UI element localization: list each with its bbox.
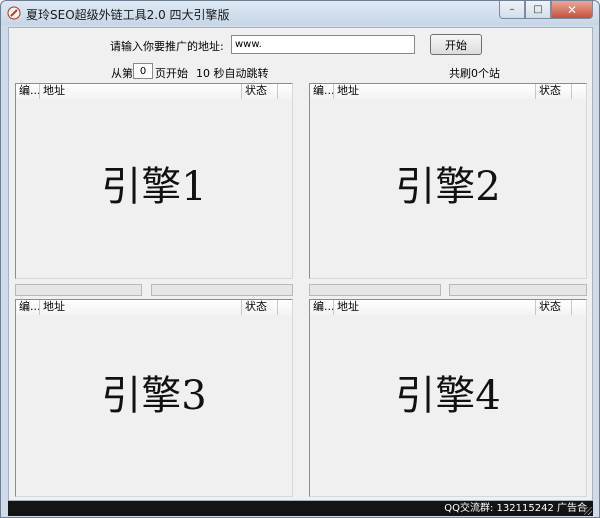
engine2-progress-right [449, 284, 587, 296]
minimize-button[interactable]: – [499, 1, 525, 19]
engine2-progress-left [309, 284, 441, 296]
engine1-progress-right [151, 284, 293, 296]
app-window: 夏玲SEO超级外链工具2.0 四大引擎版 – □ ✕ 请输入你要推广的地址: 开… [0, 0, 600, 518]
column-filler [278, 84, 292, 99]
column-num[interactable]: 编... [16, 300, 40, 315]
column-status[interactable]: 状态 [536, 300, 572, 315]
column-filler [278, 300, 292, 315]
list-header: 编... 地址 状态 [16, 300, 292, 315]
engine1-progress-left [15, 284, 142, 296]
client-area: 请输入你要推广的地址: 开始 从第 页开始 10 秒自动跳转 共刷0个站 编..… [8, 27, 593, 501]
column-filler [572, 84, 586, 99]
start-button[interactable]: 开始 [430, 34, 482, 55]
close-button[interactable]: ✕ [551, 1, 593, 19]
engine3-label: 引擎3 [101, 373, 207, 419]
auto-jump-label: 10 秒自动跳转 [196, 67, 269, 80]
window-controls: – □ ✕ [499, 1, 593, 19]
engine3-list[interactable]: 编... 地址 状态 引擎3 [15, 299, 293, 497]
page-start-label: 页开始 [155, 67, 188, 80]
column-num[interactable]: 编... [16, 84, 40, 99]
status-bar: QQ交流群: 132115242 广告合 [8, 501, 593, 516]
resize-grip-icon[interactable] [584, 507, 592, 515]
window-title: 夏玲SEO超级外链工具2.0 四大引擎版 [26, 8, 230, 22]
column-num[interactable]: 编... [310, 84, 334, 99]
site-count-label: 共刷0个站 [449, 67, 500, 80]
column-status[interactable]: 状态 [242, 300, 278, 315]
qq-group-text: QQ交流群: 132115242 广告合 [444, 503, 587, 514]
app-icon [7, 6, 21, 20]
column-status[interactable]: 状态 [242, 84, 278, 99]
url-input[interactable] [231, 35, 415, 54]
engine1-label: 引擎1 [101, 164, 207, 210]
column-address[interactable]: 地址 [334, 300, 536, 315]
column-address[interactable]: 地址 [334, 84, 536, 99]
list-header: 编... 地址 状态 [16, 84, 292, 99]
from-page-label: 从第 [111, 67, 133, 80]
engine2-label: 引擎2 [395, 164, 501, 210]
column-address[interactable]: 地址 [40, 84, 242, 99]
engine4-list[interactable]: 编... 地址 状态 引擎4 [309, 299, 587, 497]
minimize-icon: – [509, 4, 515, 15]
list-header: 编... 地址 状态 [310, 300, 586, 315]
engine1-list[interactable]: 编... 地址 状态 引擎1 [15, 83, 293, 279]
start-page-input[interactable] [133, 63, 153, 79]
column-filler [572, 300, 586, 315]
title-bar[interactable]: 夏玲SEO超级外链工具2.0 四大引擎版 – □ ✕ [1, 1, 599, 25]
close-icon: ✕ [566, 2, 578, 17]
column-num[interactable]: 编... [310, 300, 334, 315]
list-header: 编... 地址 状态 [310, 84, 586, 99]
maximize-button[interactable]: □ [525, 1, 551, 19]
column-status[interactable]: 状态 [536, 84, 572, 99]
engine4-label: 引擎4 [395, 373, 501, 419]
url-label: 请输入你要推广的地址: [110, 40, 224, 53]
engine2-list[interactable]: 编... 地址 状态 引擎2 [309, 83, 587, 279]
column-address[interactable]: 地址 [40, 300, 242, 315]
maximize-icon: □ [533, 4, 543, 15]
